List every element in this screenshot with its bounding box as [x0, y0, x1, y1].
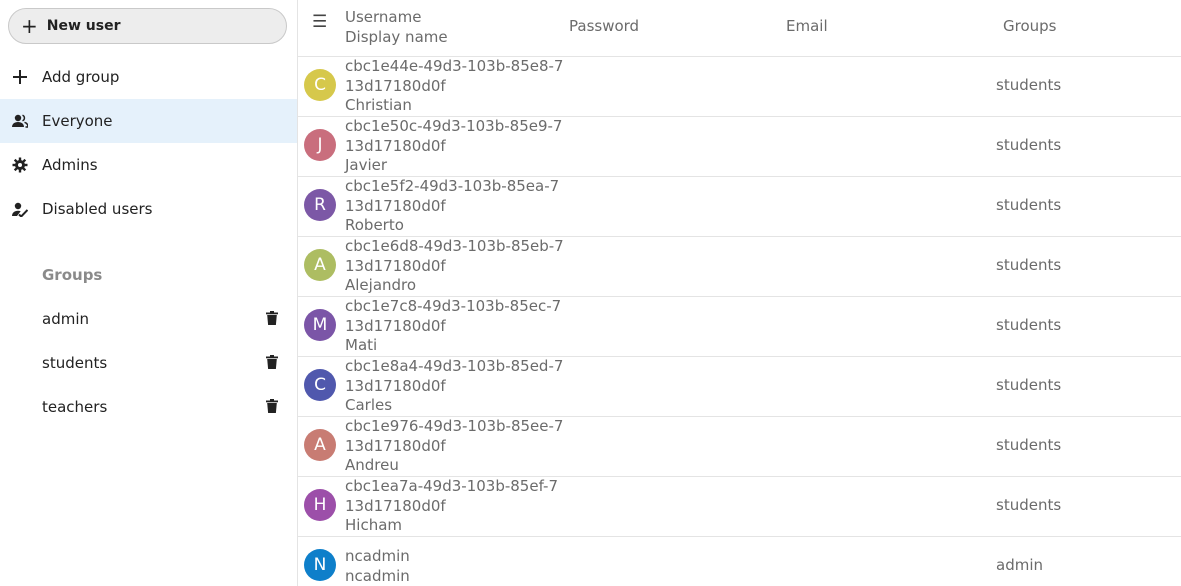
avatar[interactable]: J — [304, 129, 336, 161]
nav-item-admins[interactable]: Admins — [0, 143, 297, 187]
nav-item-disabled-users[interactable]: Disabled users — [0, 187, 297, 231]
table-row[interactable]: Acbc1e976-49d3-103b-85ee-713d17180d0f And… — [298, 417, 1181, 477]
avatar[interactable]: R — [304, 189, 336, 221]
groups-caption: Groups — [42, 266, 103, 284]
user-info: ncadmin ncadmin — [345, 547, 565, 586]
plus-icon — [12, 69, 28, 85]
display-name: Christian — [345, 96, 412, 114]
table-row[interactable]: Ccbc1e44e-49d3-103b-85e8-713d17180d0f Chr… — [298, 57, 1181, 117]
user-info: cbc1ea7a-49d3-103b-85ef-713d17180d0f Hich… — [345, 477, 565, 536]
user-info: cbc1e44e-49d3-103b-85e8-713d17180d0f Chri… — [345, 57, 565, 116]
nav-item-everyone[interactable]: Everyone — [0, 99, 297, 143]
avatar[interactable]: H — [304, 489, 336, 521]
header-email: Email — [786, 17, 828, 35]
group-item-admin[interactable]: admin — [0, 297, 297, 341]
username: cbc1e7c8-49d3-103b-85ec-713d17180d0f — [345, 297, 562, 335]
account-off-icon — [12, 201, 28, 217]
user-groups[interactable]: students — [996, 256, 1061, 274]
user-info: cbc1e5f2-49d3-103b-85ea-713d17180d0f Robe… — [345, 177, 565, 236]
nav-item-label: Add group — [42, 68, 120, 86]
username: cbc1e5f2-49d3-103b-85ea-713d17180d0f — [345, 177, 560, 215]
table-row[interactable]: Mcbc1e7c8-49d3-103b-85ec-713d17180d0f Mat… — [298, 297, 1181, 357]
header-groups: Groups — [1003, 17, 1057, 35]
group-label: admin — [42, 310, 89, 328]
table-row[interactable]: Ccbc1e8a4-49d3-103b-85ed-713d17180d0f Car… — [298, 357, 1181, 417]
nav-item-label: Everyone — [42, 112, 113, 130]
plus-icon: + — [21, 14, 38, 38]
user-groups[interactable]: students — [996, 496, 1061, 514]
user-info: cbc1e7c8-49d3-103b-85ec-713d17180d0f Mati — [345, 297, 565, 356]
group-item-teachers[interactable]: teachers — [0, 385, 297, 429]
avatar[interactable]: A — [304, 429, 336, 461]
table-row[interactable]: Jcbc1e50c-49d3-103b-85e9-713d17180d0f Jav… — [298, 117, 1181, 177]
display-name: Carles — [345, 396, 393, 414]
display-name: Roberto — [345, 216, 404, 234]
user-info: cbc1e8a4-49d3-103b-85ed-713d17180d0f Carl… — [345, 357, 565, 416]
nav-item-label: Admins — [42, 156, 98, 174]
user-table: ☰ Username Display name Password Email G… — [297, 0, 1181, 586]
avatar[interactable]: C — [304, 369, 336, 401]
trash-icon[interactable] — [266, 399, 280, 415]
table-row[interactable]: Acbc1e6d8-49d3-103b-85eb-713d17180d0f Ale… — [298, 237, 1181, 297]
avatar[interactable]: C — [304, 69, 336, 101]
user-groups[interactable]: students — [996, 436, 1061, 454]
new-user-label: New user — [46, 18, 121, 34]
username: cbc1e8a4-49d3-103b-85ed-713d17180d0f — [345, 357, 564, 395]
avatar[interactable]: A — [304, 249, 336, 281]
user-info: cbc1e50c-49d3-103b-85e9-713d17180d0f Javi… — [345, 117, 565, 176]
display-name: Hicham — [345, 516, 403, 534]
display-name: Javier — [345, 156, 388, 174]
user-info: cbc1e6d8-49d3-103b-85eb-713d17180d0f Alej… — [345, 237, 565, 296]
table-row[interactable]: Hcbc1ea7a-49d3-103b-85ef-713d17180d0f Hic… — [298, 477, 1181, 537]
user-groups[interactable]: admin — [996, 556, 1043, 574]
header-display-name-label: Display name — [345, 28, 448, 46]
shield-cog-icon — [12, 157, 28, 173]
group-label: students — [42, 354, 108, 372]
avatar[interactable]: N — [304, 549, 336, 581]
group-item-students[interactable]: students — [0, 341, 297, 385]
user-groups[interactable]: students — [996, 136, 1061, 154]
trash-icon[interactable] — [266, 355, 280, 371]
menu-icon[interactable]: ☰ — [312, 12, 327, 32]
header-username: Username Display name — [345, 7, 448, 47]
contacts-icon — [12, 113, 28, 129]
nav-item-label: Disabled users — [42, 200, 153, 218]
username: cbc1e976-49d3-103b-85ee-713d17180d0f — [345, 417, 564, 455]
user-info: cbc1e976-49d3-103b-85ee-713d17180d0f Andr… — [345, 417, 565, 476]
user-groups[interactable]: students — [996, 376, 1061, 394]
group-label: teachers — [42, 398, 108, 416]
avatar[interactable]: M — [304, 309, 336, 341]
table-row[interactable]: Nncadmin ncadmin admin — [298, 537, 1181, 586]
table-header: ☰ Username Display name Password Email G… — [298, 0, 1181, 57]
user-groups[interactable]: students — [996, 196, 1061, 214]
nav-item-add-group[interactable]: Add group — [0, 55, 297, 99]
username: cbc1ea7a-49d3-103b-85ef-713d17180d0f — [345, 477, 558, 515]
user-groups[interactable]: students — [996, 76, 1061, 94]
username: cbc1e44e-49d3-103b-85e8-713d17180d0f — [345, 57, 564, 95]
user-groups[interactable]: students — [996, 316, 1061, 334]
trash-icon[interactable] — [266, 311, 280, 327]
header-password: Password — [569, 17, 640, 35]
username: cbc1e6d8-49d3-103b-85eb-713d17180d0f — [345, 237, 564, 275]
table-row[interactable]: Rcbc1e5f2-49d3-103b-85ea-713d17180d0f Rob… — [298, 177, 1181, 237]
display-name: Andreu — [345, 456, 399, 474]
new-user-button[interactable]: + New user — [8, 8, 287, 44]
display-name: Mati — [345, 336, 378, 354]
display-name: Alejandro — [345, 276, 417, 294]
username: cbc1e50c-49d3-103b-85e9-713d17180d0f — [345, 117, 563, 155]
header-username-label: Username — [345, 8, 422, 26]
display-name: ncadmin — [345, 566, 410, 585]
username: ncadmin — [345, 547, 410, 565]
sidebar: + New user Add group Everyone Admins Dis… — [0, 0, 297, 586]
